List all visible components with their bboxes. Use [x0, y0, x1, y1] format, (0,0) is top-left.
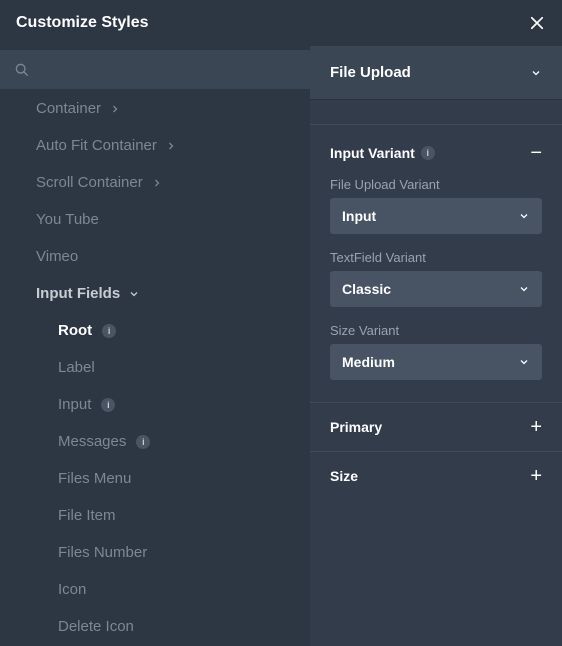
chevron-right-icon — [165, 140, 177, 152]
tree-item-label[interactable]: Label — [0, 349, 310, 386]
section-header-size[interactable]: Size + — [310, 451, 562, 500]
field-label: TextField Variant — [330, 250, 542, 265]
chevron-down-icon — [530, 67, 542, 79]
collapse-icon: − — [530, 143, 542, 163]
tree-item-autofit[interactable]: Auto Fit Container — [0, 127, 310, 164]
info-badge: i — [102, 324, 116, 338]
dialog-header: Customize Styles — [0, 0, 562, 46]
tree-label: Files Menu — [58, 470, 131, 487]
section-title: Size — [330, 468, 358, 484]
info-badge: i — [101, 398, 115, 412]
tree-label: Messages — [58, 433, 126, 450]
tree-label: Files Number — [58, 544, 147, 561]
tree-item-scroll[interactable]: Scroll Container — [0, 164, 310, 201]
section-title: Input Variant — [330, 145, 415, 161]
chevron-down-icon — [518, 210, 530, 222]
chevron-down-icon — [518, 356, 530, 368]
close-button[interactable] — [528, 14, 546, 32]
panel-context[interactable]: File Upload — [310, 46, 562, 100]
panel-context-label: File Upload — [330, 64, 411, 81]
sidebar: Container Auto Fit Container Scroll Cont… — [0, 46, 310, 646]
search-bar — [0, 50, 310, 90]
expand-icon: + — [530, 466, 542, 486]
select-value: Classic — [342, 281, 391, 297]
select-textfield-variant[interactable]: Classic — [330, 271, 542, 307]
select-value: Medium — [342, 354, 395, 370]
main: Container Auto Fit Container Scroll Cont… — [0, 46, 562, 646]
tree-item-icon[interactable]: Icon — [0, 571, 310, 608]
select-value: Input — [342, 208, 376, 224]
field-textfield-variant: TextField Variant Classic — [330, 250, 542, 307]
tree-label: You Tube — [36, 211, 99, 228]
tree-label: Scroll Container — [36, 174, 143, 191]
tree-label: Delete Icon — [58, 618, 134, 635]
tree-label: Auto Fit Container — [36, 137, 157, 154]
tree-item-messages[interactable]: Messages i — [0, 423, 310, 460]
field-file-upload-variant: File Upload Variant Input — [330, 177, 542, 234]
search-input[interactable] — [38, 62, 296, 78]
field-label: Size Variant — [330, 323, 542, 338]
tree-label: Input Fields — [36, 285, 120, 302]
tree-label: Input — [58, 396, 91, 413]
select-size-variant[interactable]: Medium — [330, 344, 542, 380]
tree-item-container[interactable]: Container — [0, 90, 310, 127]
info-badge: i — [136, 435, 150, 449]
search-icon — [14, 62, 30, 78]
tree-item-vimeo[interactable]: Vimeo — [0, 238, 310, 275]
chevron-right-icon — [109, 103, 121, 115]
tree-label: File Item — [58, 507, 116, 524]
tree-label: Label — [58, 359, 95, 376]
chevron-right-icon — [151, 177, 163, 189]
tree-label: Icon — [58, 581, 86, 598]
tree-item-input[interactable]: Input i — [0, 386, 310, 423]
field-size-variant: Size Variant Medium — [330, 323, 542, 380]
tree-item-root[interactable]: Root i — [0, 312, 310, 349]
tree-item-youtube[interactable]: You Tube — [0, 201, 310, 238]
close-icon — [528, 14, 546, 32]
select-file-upload-variant[interactable]: Input — [330, 198, 542, 234]
tree-label: Root — [58, 322, 92, 339]
properties-panel: File Upload Input Variant i − File Uploa… — [310, 46, 562, 646]
dialog-title: Customize Styles — [16, 14, 148, 32]
tree-label: Container — [36, 100, 101, 117]
field-label: File Upload Variant — [330, 177, 542, 192]
section-header-input-variant[interactable]: Input Variant i − — [330, 139, 542, 167]
chevron-down-icon — [518, 283, 530, 295]
tree-item-files-menu[interactable]: Files Menu — [0, 460, 310, 497]
expand-icon: + — [530, 417, 542, 437]
tree-item-file-item[interactable]: File Item — [0, 497, 310, 534]
tree-label: Vimeo — [36, 248, 78, 265]
tree-item-input-fields[interactable]: Input Fields — [0, 275, 310, 312]
chevron-down-icon — [128, 288, 140, 300]
tree-item-delete-icon[interactable]: Delete Icon — [0, 608, 310, 645]
tree-item-files-number[interactable]: Files Number — [0, 534, 310, 571]
info-badge: i — [421, 146, 435, 160]
section-header-primary[interactable]: Primary + — [310, 402, 562, 451]
section-title: Primary — [330, 419, 382, 435]
section-input-variant: Input Variant i − File Upload Variant In… — [310, 124, 562, 402]
